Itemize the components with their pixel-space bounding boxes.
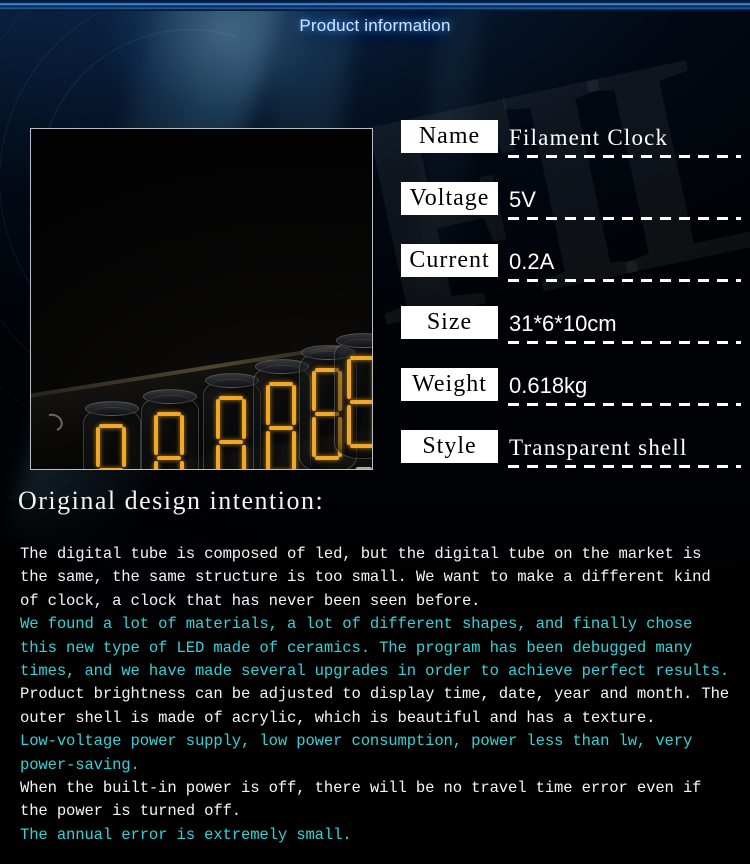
spec-label: Voltage: [401, 182, 498, 215]
spec-dashed-rule: [508, 341, 741, 344]
spec-value: 0.618kg: [509, 373, 588, 398]
spec-row-voltage: Voltage 5V: [401, 182, 741, 244]
spec-value: 31*6*10cm: [509, 311, 617, 336]
spec-label: Size: [401, 306, 498, 339]
description-paragraph: When the built-in power is off, there wi…: [20, 779, 702, 821]
spec-label: Weight: [401, 368, 498, 401]
top-accent-bar: [0, 0, 750, 11]
spec-dashed-rule: [508, 465, 741, 468]
filament-tube: [83, 401, 141, 469]
spec-dashed-rule: [508, 279, 741, 282]
spec-label: Current: [401, 244, 498, 277]
product-photo: [30, 128, 373, 470]
description-paragraph: We found a lot of materials, a lot of di…: [20, 615, 729, 681]
spec-value: Filament Clock: [509, 125, 669, 150]
seven-segment-digit: [154, 412, 184, 469]
page-title: Product information: [299, 16, 451, 35]
spec-dashed-rule: [508, 217, 741, 220]
spec-value: 5V: [509, 187, 536, 212]
spec-row-current: Current 0.2A: [401, 244, 741, 306]
filament-tube: [141, 389, 199, 469]
description-paragraph: Product brightness can be adjusted to di…: [20, 685, 729, 727]
spec-label: Name: [401, 120, 498, 153]
page-header: Product information: [0, 11, 750, 49]
tube-pin: [353, 467, 372, 469]
spec-row-weight: Weight 0.618kg: [401, 368, 741, 430]
spec-dashed-rule: [508, 155, 741, 158]
section-headline: Original design intention:: [18, 486, 325, 515]
description-paragraph: Low-voltage power supply, low power cons…: [20, 732, 693, 774]
description-paragraph: The digital tube is composed of led, but…: [20, 545, 711, 610]
spec-value: 0.2A: [509, 249, 555, 274]
description-paragraph: The annual error is extremely small.: [20, 825, 352, 844]
spec-dashed-rule: [508, 403, 741, 406]
filament-tube: [334, 333, 372, 469]
spec-row-name: Name Filament Clock: [401, 120, 741, 182]
spec-row-style: Style Transparent shell: [401, 430, 741, 492]
seven-segment-digit: [347, 356, 372, 448]
spec-row-size: Size 31*6*10cm: [401, 306, 741, 368]
seven-segment-digit: [266, 382, 296, 469]
seven-segment-digit: [96, 424, 126, 469]
product-information-page: FILAMENT Product information: [0, 0, 750, 864]
spec-label: Style: [401, 430, 498, 463]
description-body: The digital tube is composed of led, but…: [20, 543, 732, 847]
seven-segment-digit: [216, 396, 246, 469]
specification-table: Name Filament Clock Voltage 5V Current 0…: [401, 120, 741, 492]
spec-value: Transparent shell: [509, 435, 688, 460]
